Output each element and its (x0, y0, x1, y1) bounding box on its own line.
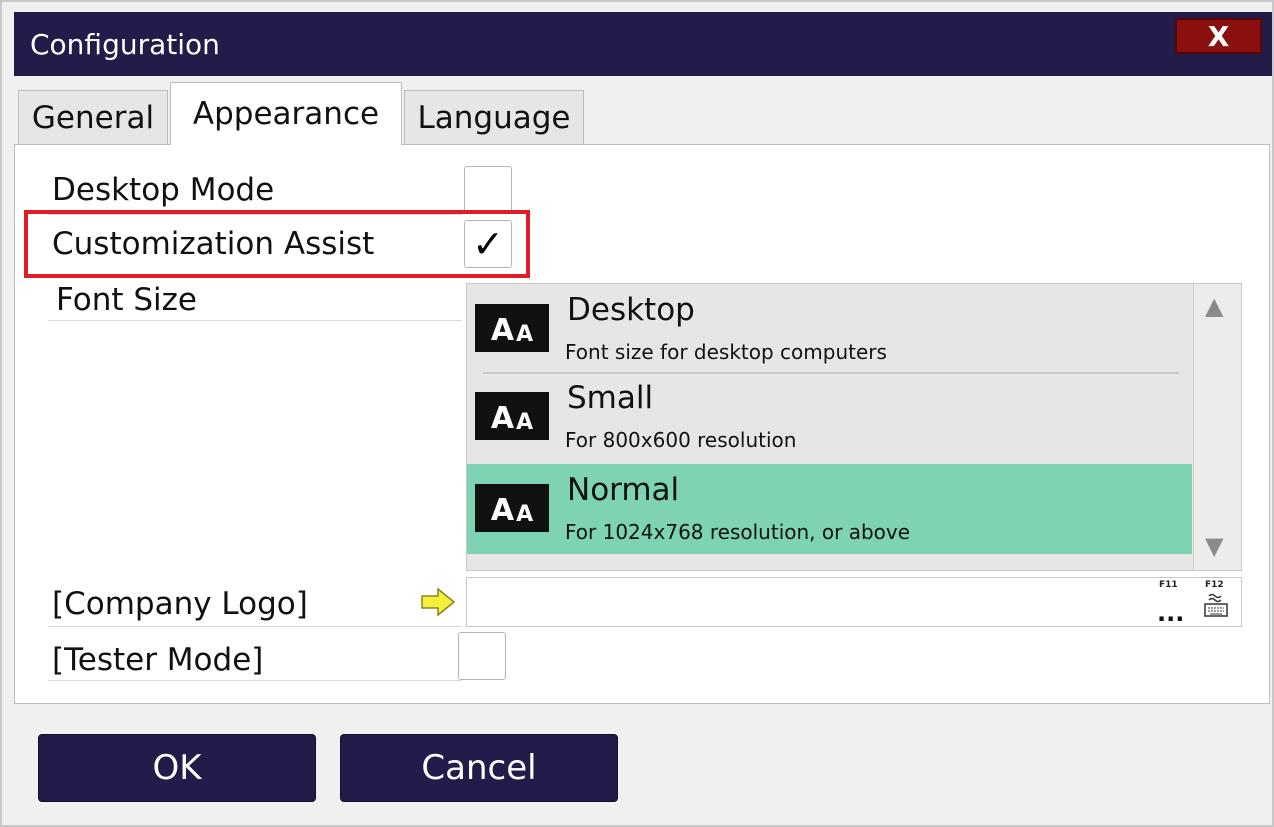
row-divider (48, 320, 462, 321)
customization-assist-label: Customization Assist (52, 226, 375, 262)
font-option-description: For 800x600 resolution (565, 428, 797, 452)
row-divider (48, 626, 462, 627)
tester-mode-label: [Tester Mode] (52, 642, 264, 678)
desktop-mode-checkbox[interactable] (464, 166, 512, 214)
configuration-dialog: Configuration X General Appearance Langu… (0, 0, 1274, 827)
font-option-title: Small (567, 380, 654, 416)
ok-button[interactable]: OK (38, 734, 316, 802)
font-option-small[interactable]: AA Small For 800x600 resolution (467, 374, 1192, 464)
tab-language[interactable]: Language (404, 90, 584, 144)
tester-mode-checkbox[interactable] (458, 632, 506, 680)
font-size-icon: AA (475, 392, 549, 440)
f12-hint: F12 (1205, 580, 1224, 590)
font-size-icon: AA (475, 484, 549, 532)
font-option-description: For 1024x768 resolution, or above (565, 520, 911, 544)
company-logo-field[interactable]: F11 F12 ... (466, 577, 1242, 627)
cancel-button[interactable]: Cancel (340, 734, 618, 802)
font-option-title: Normal (567, 472, 680, 508)
font-option-title: Desktop (567, 292, 695, 328)
font-option-description: Font size for desktop computers (565, 340, 887, 364)
f11-hint: F11 (1159, 580, 1178, 590)
keyboard-icon[interactable] (1203, 592, 1229, 618)
tab-general[interactable]: General (18, 90, 168, 144)
row-divider (48, 680, 462, 681)
font-size-icon: AA (475, 304, 549, 352)
font-size-label: Font Size (56, 282, 197, 318)
font-option-normal[interactable]: AA Normal For 1024x768 resolution, or ab… (467, 464, 1192, 554)
browse-ellipsis-icon[interactable]: ... (1157, 601, 1184, 625)
tab-appearance[interactable]: Appearance (170, 82, 402, 145)
font-size-list: AA Desktop Font size for desktop compute… (466, 283, 1242, 571)
arrow-right-icon (421, 587, 456, 617)
dialog-title: Configuration (30, 28, 220, 61)
company-logo-label: [Company Logo] (52, 586, 308, 622)
customization-assist-checkbox[interactable]: ✓ (464, 220, 512, 268)
checkmark-icon: ✓ (472, 222, 504, 266)
title-bar: Configuration X (14, 12, 1272, 76)
scroll-down-icon[interactable]: ▼ (1205, 532, 1223, 560)
scroll-up-icon[interactable]: ▲ (1205, 292, 1223, 320)
desktop-mode-label: Desktop Mode (52, 172, 275, 208)
close-button[interactable]: X (1175, 18, 1262, 54)
list-scrollbar[interactable]: ▲ ▼ (1193, 284, 1241, 570)
font-option-desktop[interactable]: AA Desktop Font size for desktop compute… (467, 284, 1192, 374)
